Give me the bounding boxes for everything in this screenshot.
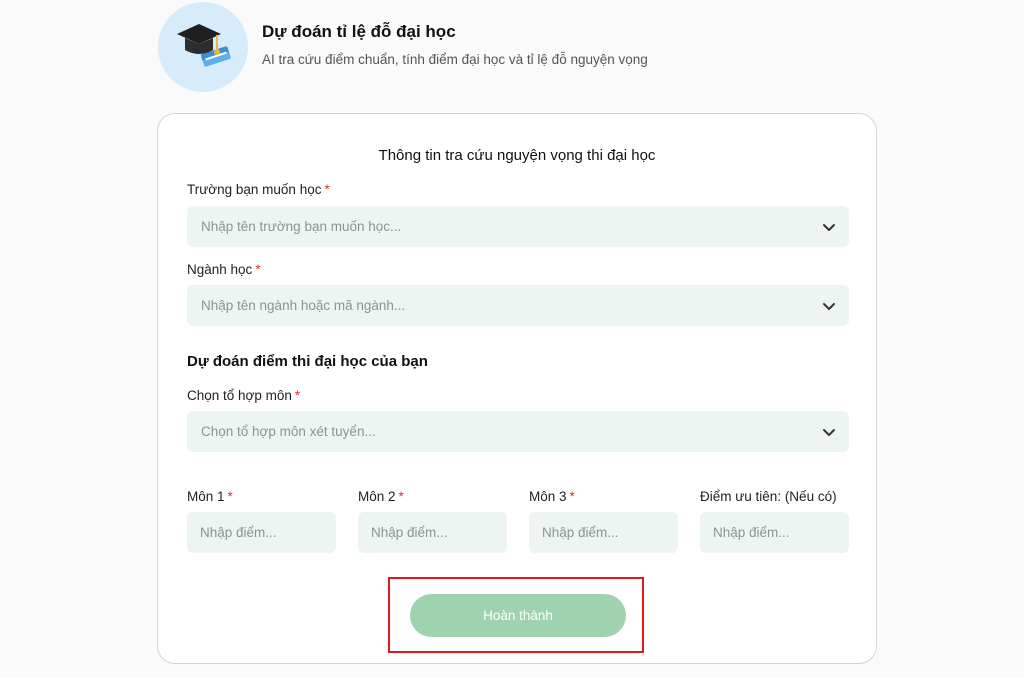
major-select-placeholder: Nhập tên ngành hoặc mã ngành... xyxy=(201,298,406,313)
section-title: Dự đoán điểm thi đại học của bạn xyxy=(187,353,428,370)
page-subtitle: AI tra cứu điểm chuẩn, tính điểm đại học… xyxy=(262,51,648,67)
required-mark: * xyxy=(398,489,404,504)
school-select[interactable]: Nhập tên trường bạn muốn học... xyxy=(187,206,849,247)
required-mark: * xyxy=(294,388,301,403)
subject-2-input[interactable] xyxy=(358,512,507,553)
combo-select-placeholder: Chọn tổ hợp môn xét tuyển... xyxy=(201,424,376,439)
graduation-cap-books-icon xyxy=(177,24,231,67)
required-mark: * xyxy=(255,262,261,277)
submit-button[interactable]: Hoàn thành xyxy=(410,594,626,637)
page-title: Dự đoán tỉ lệ đỗ đại học xyxy=(262,21,456,41)
major-select[interactable]: Nhập tên ngành hoặc mã ngành... xyxy=(187,285,849,326)
school-select-placeholder: Nhập tên trường bạn muốn học... xyxy=(201,219,402,234)
required-mark: * xyxy=(227,489,233,504)
subject-1-label: Môn 1 * xyxy=(187,489,233,504)
school-label: Trường bạn muốn học * xyxy=(187,182,330,197)
priority-score-label: Điểm ưu tiên: (Nếu có) xyxy=(700,489,837,504)
required-mark: * xyxy=(324,182,330,197)
subject-1-input[interactable] xyxy=(187,512,336,553)
page-header: Dự đoán tỉ lệ đỗ đại học AI tra cứu điểm… xyxy=(158,2,648,92)
lookup-form-card: Thông tin tra cứu nguyện vọng thi đại họ… xyxy=(157,113,877,664)
subject-3-input[interactable] xyxy=(529,512,678,553)
required-mark: * xyxy=(569,489,575,504)
logo xyxy=(158,2,248,92)
combo-select[interactable]: Chọn tổ hợp môn xét tuyển... xyxy=(187,411,849,452)
combo-label: Chọn tổ hợp môn * xyxy=(187,388,301,403)
chevron-down-icon xyxy=(823,223,835,231)
major-label: Ngành học * xyxy=(187,262,261,277)
priority-score-input[interactable] xyxy=(700,512,849,553)
chevron-down-icon xyxy=(823,428,835,436)
chevron-down-icon xyxy=(823,302,835,310)
subject-3-label: Môn 3 * xyxy=(529,489,575,504)
form-title: Thông tin tra cứu nguyện vọng thi đại họ… xyxy=(378,147,656,164)
submit-highlight-box: Hoàn thành xyxy=(388,577,644,653)
subject-2-label: Môn 2 * xyxy=(358,489,404,504)
